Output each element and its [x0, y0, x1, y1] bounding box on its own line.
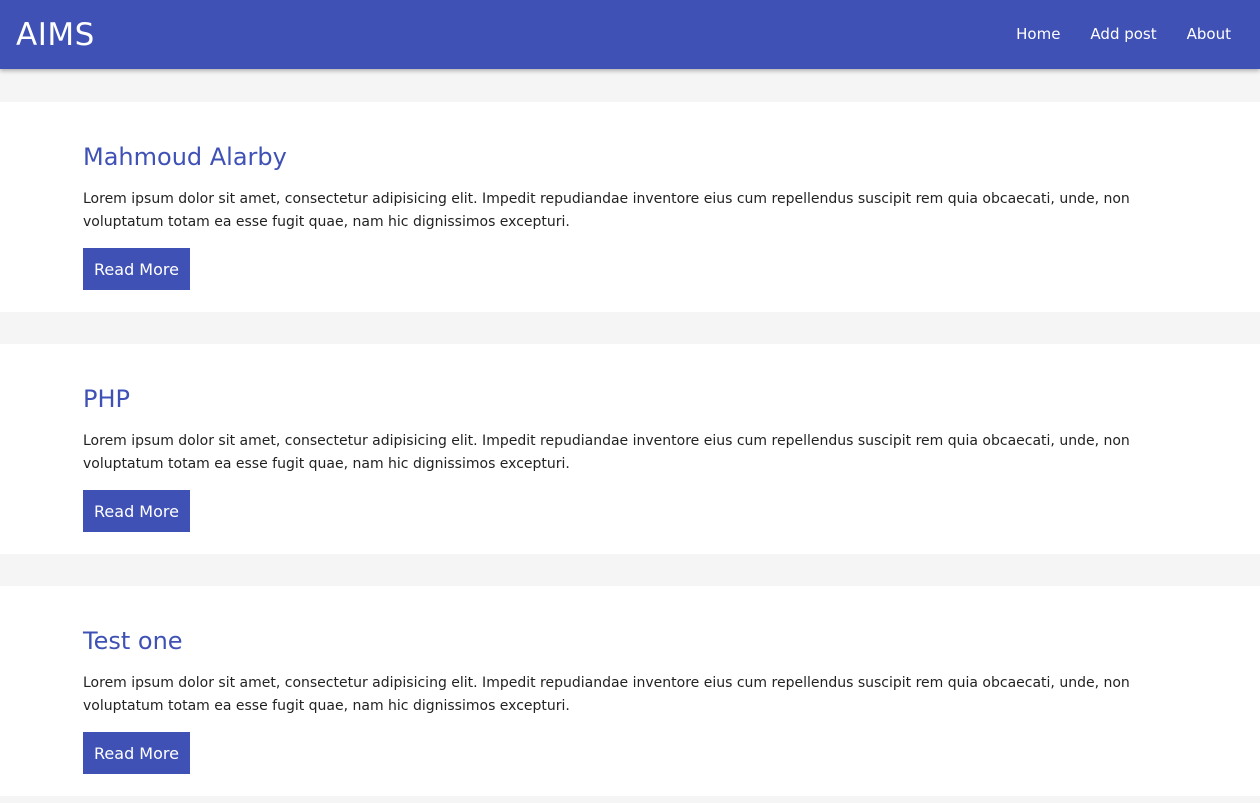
- post-title: PHP: [83, 385, 130, 413]
- post-title: Test one: [83, 627, 183, 655]
- post-card: Mahmoud Alarby Lorem ipsum dolor sit ame…: [0, 102, 1260, 312]
- read-more-button[interactable]: Read More: [83, 490, 190, 532]
- post-title: Mahmoud Alarby: [83, 143, 287, 171]
- post-body: Lorem ipsum dolor sit amet, consectetur …: [83, 191, 1130, 230]
- nav-home[interactable]: Home: [1001, 0, 1075, 69]
- read-more-button[interactable]: Read More: [83, 732, 190, 774]
- post-body: Lorem ipsum dolor sit amet, consectetur …: [83, 433, 1130, 472]
- top-navbar: AIMS Home Add post About: [0, 0, 1260, 69]
- nav-add-post[interactable]: Add post: [1075, 0, 1171, 69]
- brand-logo[interactable]: AIMS: [16, 15, 95, 55]
- post-card: Test one Lorem ipsum dolor sit amet, con…: [0, 586, 1260, 796]
- read-more-button[interactable]: Read More: [83, 248, 190, 290]
- post-body: Lorem ipsum dolor sit amet, consectetur …: [83, 675, 1130, 714]
- nav-about[interactable]: About: [1172, 0, 1246, 69]
- nav-links: Home Add post About: [1001, 0, 1260, 69]
- post-card: PHP Lorem ipsum dolor sit amet, consecte…: [0, 344, 1260, 554]
